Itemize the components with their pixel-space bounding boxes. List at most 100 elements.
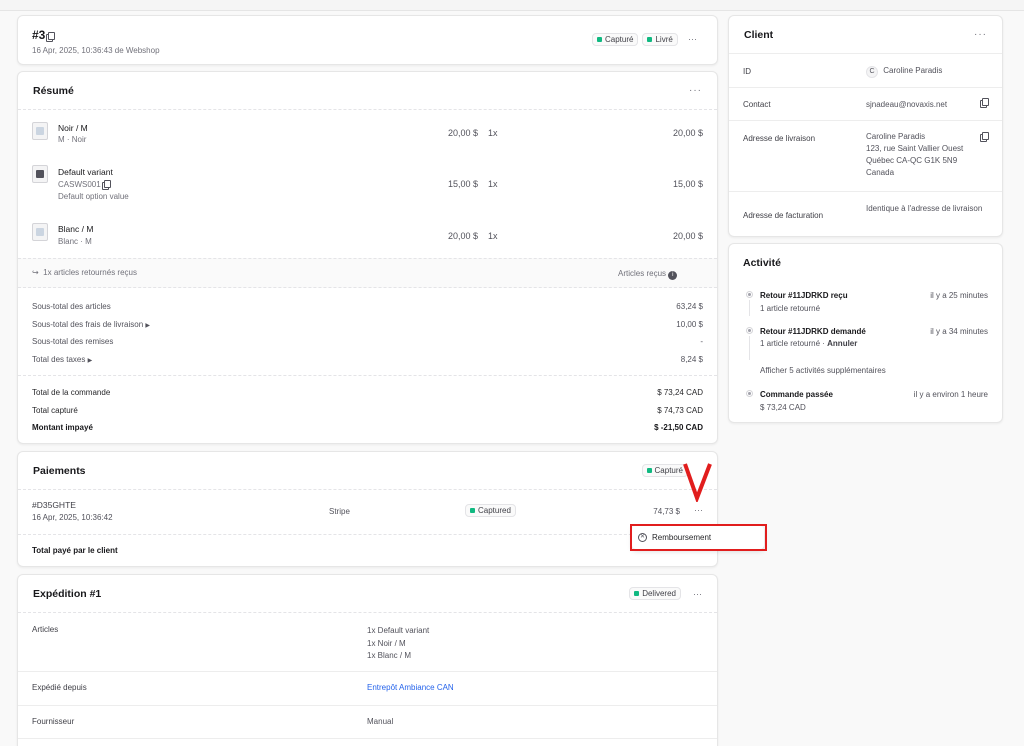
item-name: Noir / M xyxy=(58,123,88,133)
item-variant: Blanc · M xyxy=(58,237,92,246)
annotation-arrow-icon xyxy=(683,463,712,502)
item-quantity: 1x xyxy=(488,128,498,138)
payment-more-button[interactable]: ··· xyxy=(694,505,703,515)
status-badge-delivered: Livré xyxy=(642,33,678,46)
taxes-toggle[interactable]: Total des taxes ▶ xyxy=(32,355,92,364)
subtotal-items-value: 63,24 $ xyxy=(676,302,703,311)
divider xyxy=(18,375,717,376)
product-thumbnail xyxy=(32,122,48,140)
return-arrow-icon: ↪ xyxy=(32,268,39,277)
returned-status: Articles reçus i xyxy=(618,269,678,280)
activity-event-time: il y a 25 minutes xyxy=(930,291,988,300)
activity-event-detail-row: 1 article retourné · Annuler xyxy=(760,339,858,348)
taxes-value: 8,24 $ xyxy=(680,355,703,364)
timeline-line xyxy=(749,336,750,360)
client-header: Client ··· xyxy=(729,16,1002,54)
item-name: Default variant xyxy=(58,167,113,177)
item-variant: M · Noir xyxy=(58,135,87,144)
shipment-card: Expédition #1 Delivered ··· Articles 1x … xyxy=(17,574,718,746)
annotation-highlight-box xyxy=(630,524,767,551)
client-name-row[interactable]: C Caroline Paradis xyxy=(866,65,942,78)
payment-amount: 74,73 $ xyxy=(653,507,680,516)
summary-header: Résumé ··· xyxy=(18,72,717,110)
shipment-header: Expédition #1 Delivered ··· xyxy=(18,575,717,613)
order-badges: Capturé Livré xyxy=(592,33,678,46)
copy-icon[interactable] xyxy=(982,132,989,140)
shipping-address-label: Adresse de livraison xyxy=(743,134,816,143)
warehouse-link[interactable]: Entrepôt Ambiance CAN xyxy=(367,683,454,692)
divider xyxy=(729,120,1002,121)
divider xyxy=(18,671,717,672)
caret-right-icon: ▶ xyxy=(145,323,151,329)
activity-card: Activité Retour #11JDRKD reçu il y a 25 … xyxy=(728,243,1003,423)
timeline-dot xyxy=(747,292,752,297)
shipment-item: 1x Blanc / M xyxy=(367,651,412,660)
shipment-more-button[interactable]: ··· xyxy=(693,589,702,599)
payment-provider: Stripe xyxy=(329,507,350,516)
show-more-activities-button[interactable]: Afficher 5 activités supplémentaires xyxy=(760,366,886,375)
activity-event-title: Retour #11JDRKD reçu xyxy=(760,291,848,300)
timeline-line xyxy=(749,300,750,316)
divider xyxy=(18,534,717,535)
payments-header: Paiements Capturé xyxy=(18,452,717,490)
activity-event-time: il y a environ 1 heure xyxy=(913,390,988,399)
divider xyxy=(729,191,1002,192)
subtotal-discount-value: - xyxy=(700,337,703,346)
badge-label: Capturé xyxy=(654,466,683,475)
client-card: Client ··· ID C Caroline Paradis Contact… xyxy=(728,15,1003,237)
contact-label: Contact xyxy=(743,100,771,109)
item-unit-price: 20,00 $ xyxy=(447,231,478,241)
activity-event-title: Commande passée xyxy=(760,390,833,399)
copy-icon[interactable] xyxy=(103,180,111,188)
badge-label: Livré xyxy=(655,35,673,44)
billing-address-label: Adresse de facturation xyxy=(743,211,824,220)
item-unit-price: 15,00 $ xyxy=(447,179,478,189)
info-icon[interactable]: i xyxy=(668,271,678,280)
provider-label: Fournisseur xyxy=(32,717,75,726)
shipment-status-badge: Delivered xyxy=(629,587,681,600)
client-more-button[interactable]: ··· xyxy=(974,29,987,40)
billing-address: Identique à l'adresse de livraison xyxy=(866,204,983,213)
summary-title: Résumé xyxy=(33,84,74,97)
product-thumbnail xyxy=(32,165,48,183)
returned-status-label: Articles reçus xyxy=(618,269,667,278)
item-total: 20,00 $ xyxy=(672,231,703,241)
client-title: Client xyxy=(744,28,774,41)
item-variant: Default option value xyxy=(58,192,129,201)
client-id-label: ID xyxy=(743,67,751,76)
item-total: 15,00 $ xyxy=(672,179,703,189)
subtotal-shipping-toggle[interactable]: Sous-total des frais de livraison ▶ xyxy=(32,320,150,329)
address-line: 123, rue Saint Vallier Ouest xyxy=(866,144,964,153)
status-dot xyxy=(647,37,653,42)
cancel-return-button[interactable]: Annuler xyxy=(827,339,857,348)
divider xyxy=(18,738,717,739)
timeline-dot xyxy=(747,391,752,396)
shipping-address: Caroline Paradis 123, rue Saint Vallier … xyxy=(866,131,963,179)
subtotal-discount-label: Sous-total des remises xyxy=(32,337,114,346)
activity-event-detail: 1 article retourné xyxy=(760,304,821,313)
avatar: C xyxy=(866,66,878,78)
shipment-item: 1x Default variant xyxy=(367,626,430,635)
badge-label: Capturé xyxy=(605,35,634,44)
item-quantity: 1x xyxy=(488,179,498,189)
shipment-items-label: Articles xyxy=(32,625,59,634)
subtotal-shipping-label: Sous-total des frais de livraison xyxy=(32,320,144,329)
address-line: Caroline Paradis xyxy=(866,132,926,141)
item-unit-price: 20,00 $ xyxy=(447,128,478,138)
copy-icon[interactable] xyxy=(48,32,56,40)
status-badge-captured: Capturé xyxy=(592,33,639,46)
summary-more-button[interactable]: ··· xyxy=(689,85,702,96)
order-total-value: $ 73,24 CAD xyxy=(657,388,703,397)
top-bar xyxy=(0,0,1024,11)
sku-text: CASWS001 xyxy=(58,180,101,189)
badge-label: Delivered xyxy=(642,589,676,598)
shipment-items-list: 1x Default variant 1x Noir / M 1x Blanc … xyxy=(367,625,429,663)
activity-event-detail: $ 73,24 CAD xyxy=(760,403,806,412)
returned-text-row: ↪ 1x articles retournés reçus xyxy=(32,268,137,277)
captured-total-label: Total capturé xyxy=(32,406,78,415)
order-total-label: Total de la commande xyxy=(32,388,111,397)
order-more-button[interactable]: ··· xyxy=(688,34,697,44)
copy-icon[interactable] xyxy=(982,98,989,106)
product-thumbnail xyxy=(32,223,48,241)
activity-event-detail: 1 article retourné xyxy=(760,339,821,348)
